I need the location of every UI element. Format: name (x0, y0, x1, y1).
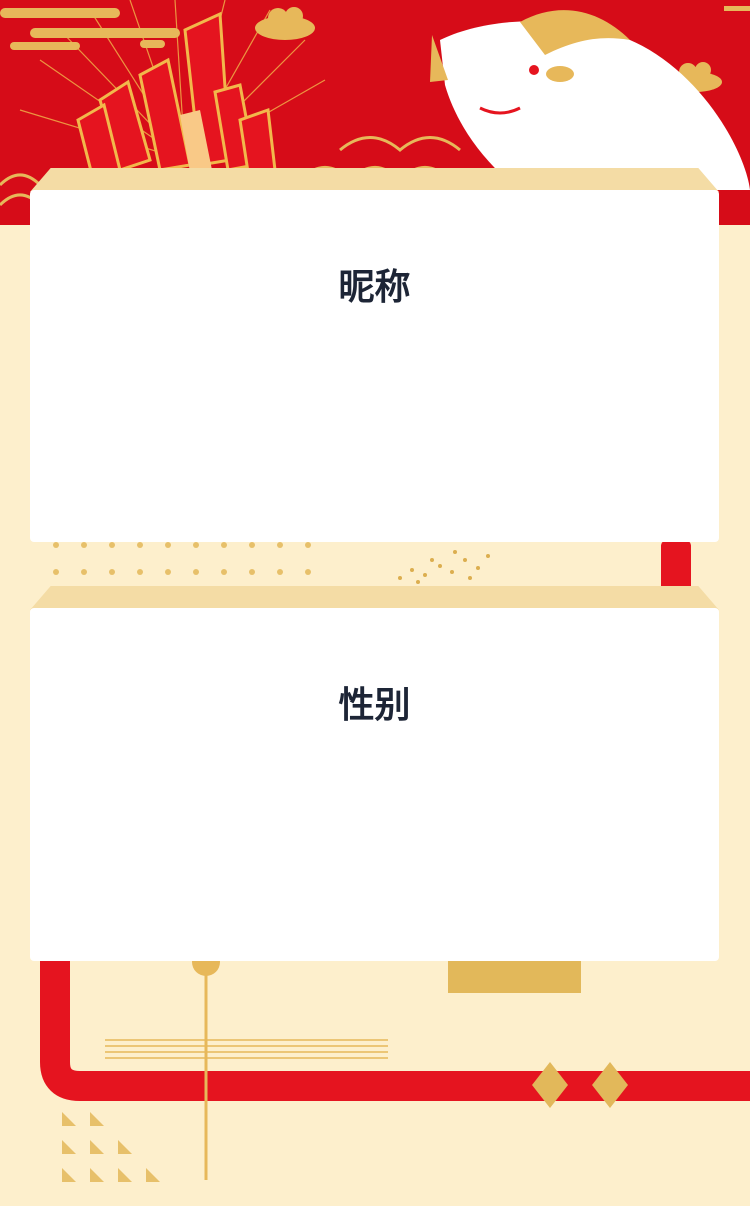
nickname-label: 昵称 (338, 267, 411, 308)
gender-card-top-edge (30, 586, 719, 610)
nickname-field-card[interactable]: 昵称 (30, 190, 719, 542)
gender-field-card[interactable]: 性别 (30, 608, 719, 961)
page-stage: 昵称 性别 (0, 0, 750, 1206)
nickname-card-top-edge (30, 168, 719, 192)
gender-label: 性别 (338, 685, 411, 726)
